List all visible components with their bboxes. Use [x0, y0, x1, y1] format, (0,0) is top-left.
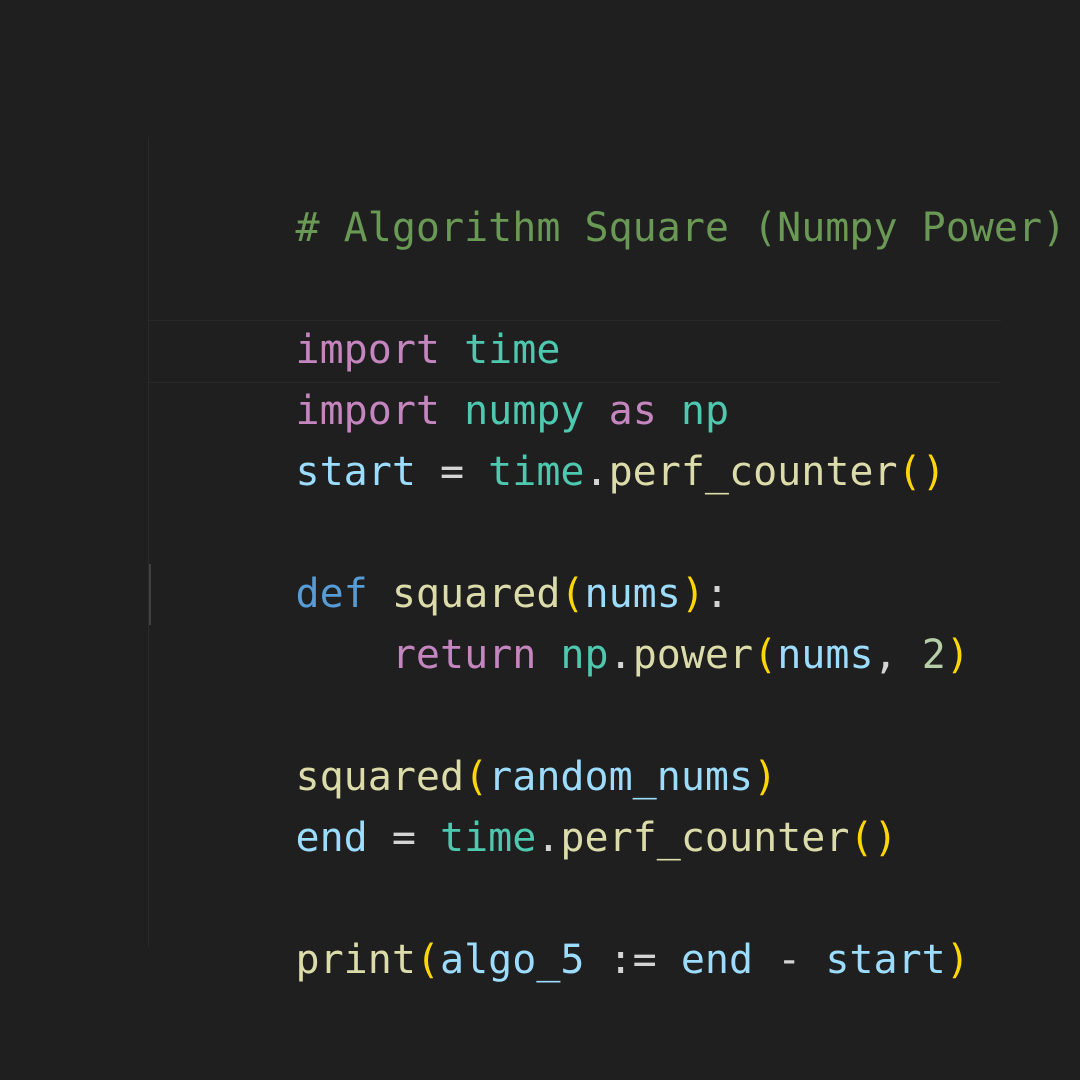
function-token: power [632, 632, 754, 678]
code-line-11[interactable]: end = time.perf_counter() [151, 747, 898, 861]
code-editor[interactable]: # Algorithm Square (Numpy Power) import … [0, 0, 1080, 1080]
code-line-3[interactable]: import time [151, 259, 561, 373]
alias-name: np [560, 632, 609, 678]
module-name: time [488, 449, 585, 495]
paren-token: ) [945, 632, 970, 678]
function-token: print [295, 937, 416, 983]
code-line-13[interactable]: print(algo_5 := end - start) [151, 869, 970, 983]
code-line-10[interactable]: squared(random_nums) [151, 686, 778, 800]
variable-token: algo_5 [440, 937, 585, 983]
minus-operator: - [753, 937, 826, 983]
paren-token: ) [945, 937, 970, 983]
dot-token: . [536, 815, 561, 861]
walrus-operator: := [584, 937, 681, 983]
code-area[interactable]: # Algorithm Square (Numpy Power) import … [148, 137, 1066, 983]
paren-token: ( [849, 815, 874, 861]
code-line-4[interactable]: import numpy as np [151, 320, 730, 434]
function-token: perf_counter [560, 815, 850, 861]
module-name: time [440, 815, 537, 861]
paren-token: ( [753, 632, 778, 678]
operator-token: = [367, 815, 440, 861]
operator-token: = [415, 449, 489, 495]
paren-token: ) [921, 449, 946, 495]
variable-token: start [295, 449, 416, 495]
paren-token: ( [897, 449, 922, 495]
comma-token: , [873, 632, 922, 678]
code-line-1[interactable]: # Algorithm Square (Numpy Power) [151, 137, 1067, 251]
code-line-5[interactable]: start = time.perf_counter() [151, 381, 946, 495]
code-line-7[interactable]: def squared(nums): [151, 503, 730, 617]
variable-token: end [680, 937, 754, 983]
comment-token: # Algorithm Square (Numpy Power) [295, 205, 1067, 251]
variable-token: end [295, 815, 368, 861]
variable-token: start [825, 937, 946, 983]
paren-token: ) [873, 815, 898, 861]
function-token: perf_counter [608, 449, 898, 495]
dot-token: . [608, 632, 633, 678]
number-token: 2 [921, 632, 946, 678]
dot-token: . [584, 449, 609, 495]
code-line-8[interactable]: return np.power(nums, 2) [151, 564, 970, 678]
paren-token: ( [415, 937, 441, 983]
variable-token: nums [777, 632, 874, 678]
return-keyword: return [391, 632, 537, 678]
